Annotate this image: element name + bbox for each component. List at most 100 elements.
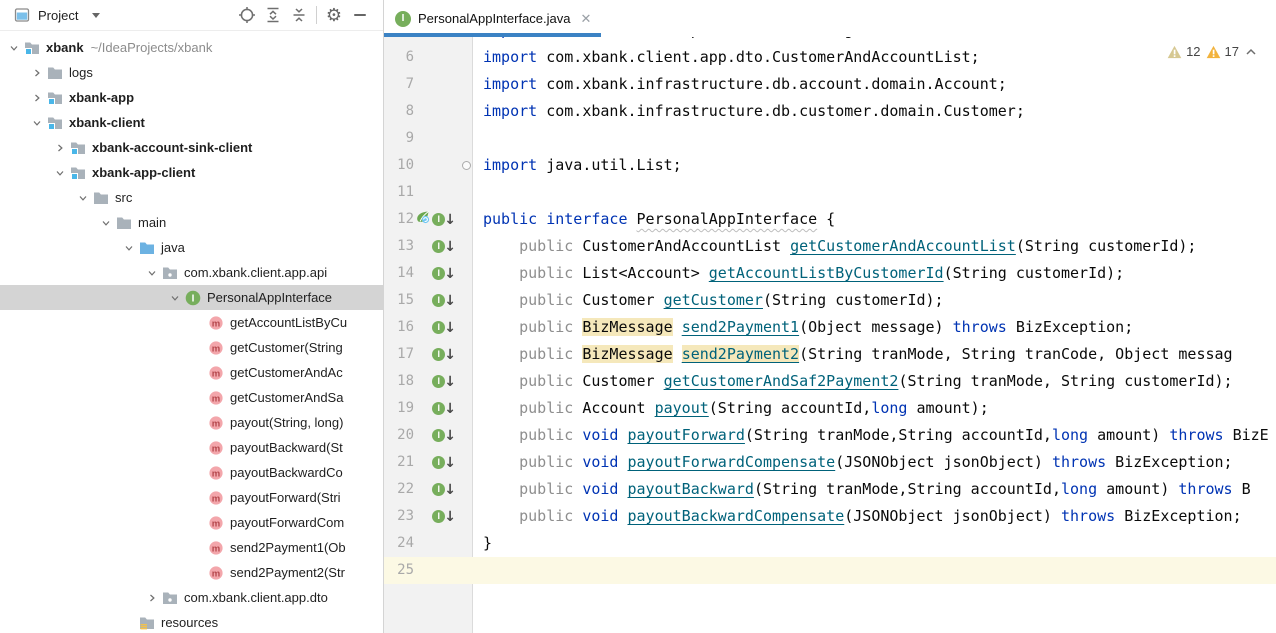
- gutter-cell[interactable]: 5: [384, 37, 473, 44]
- implemented-marker-icon[interactable]: I↓: [432, 267, 456, 281]
- warnings-group[interactable]: 17: [1206, 44, 1239, 59]
- tree-item-getcustomer-string[interactable]: mgetCustomer(String: [0, 335, 383, 360]
- chevron-expanded-icon[interactable]: [51, 167, 69, 179]
- tree-item-payoutforwardcom[interactable]: mpayoutForwardCom: [0, 510, 383, 535]
- fold-marker-icon[interactable]: [459, 161, 473, 170]
- code-line-9[interactable]: 9: [384, 125, 1276, 152]
- code-line-7[interactable]: 7import com.xbank.infrastructure.db.acco…: [384, 71, 1276, 98]
- implemented-marker-icon[interactable]: I↓: [432, 240, 456, 254]
- code-line-11[interactable]: 11: [384, 179, 1276, 206]
- gutter-cell[interactable]: 18I↓: [384, 368, 473, 395]
- tree-item-getaccountlistbycu[interactable]: mgetAccountListByCu: [0, 310, 383, 335]
- close-tab-icon[interactable]: ✕: [580, 11, 591, 27]
- chevron-collapsed-icon[interactable]: [28, 92, 46, 104]
- implemented-marker-icon[interactable]: I↓: [432, 402, 456, 416]
- tree-item-payoutforward-stri[interactable]: mpayoutForward(Stri: [0, 485, 383, 510]
- gutter-cell[interactable]: 22I↓: [384, 476, 473, 503]
- gutter-cell[interactable]: 23I↓: [384, 503, 473, 530]
- tree-item-payoutbackwardco[interactable]: mpayoutBackwardCo: [0, 460, 383, 485]
- spring-bean-icon[interactable]: [416, 206, 430, 233]
- code-line-18[interactable]: 18I↓ public Customer getCustomerAndSaf2P…: [384, 368, 1276, 395]
- gutter-cell[interactable]: 25: [384, 557, 473, 584]
- tab-personalappinterface-java[interactable]: I PersonalAppInterface.java ✕: [384, 0, 601, 37]
- settings-button[interactable]: ⚙: [321, 4, 347, 26]
- gutter-cell[interactable]: 12I↓: [384, 206, 473, 233]
- collapse-all-button[interactable]: [286, 4, 312, 26]
- gutter-cell[interactable]: 6: [384, 44, 473, 71]
- tree-item-xbank-client[interactable]: xbank-client: [0, 110, 383, 135]
- code-line-16[interactable]: 16I↓ public BizMessage send2Payment1(Obj…: [384, 314, 1276, 341]
- chevron-up-icon[interactable]: [1244, 46, 1258, 58]
- hide-panel-button[interactable]: [347, 4, 373, 26]
- code-line-25[interactable]: 25: [384, 557, 1276, 584]
- code-editor[interactable]: 5import com.bizmud.bizsip.common.BizMess…: [384, 37, 1276, 633]
- tree-item-main[interactable]: main: [0, 210, 383, 235]
- gutter-cell[interactable]: 7: [384, 71, 473, 98]
- code-line-17[interactable]: 17I↓ public BizMessage send2Payment2(Str…: [384, 341, 1276, 368]
- locate-file-button[interactable]: [234, 4, 260, 26]
- code-line-24[interactable]: 24}: [384, 530, 1276, 557]
- chevron-expanded-icon[interactable]: [97, 217, 115, 229]
- code-line-22[interactable]: 22I↓ public void payoutBackward(String t…: [384, 476, 1276, 503]
- tree-item-payout-string-long[interactable]: mpayout(String, long): [0, 410, 383, 435]
- code-line-10[interactable]: 10import java.util.List;: [384, 152, 1276, 179]
- chevron-collapsed-icon[interactable]: [28, 67, 46, 79]
- tree-item-xbank-app-client[interactable]: xbank-app-client: [0, 160, 383, 185]
- chevron-expanded-icon[interactable]: [5, 42, 23, 54]
- gutter-cell[interactable]: 21I↓: [384, 449, 473, 476]
- implemented-marker-icon[interactable]: I↓: [432, 321, 456, 335]
- code-line-6[interactable]: 6import com.xbank.client.app.dto.Custome…: [384, 44, 1276, 71]
- implemented-marker-icon[interactable]: I↓: [432, 456, 456, 470]
- implemented-marker-icon[interactable]: I↓: [432, 429, 456, 443]
- tree-item-personalappinterface[interactable]: IPersonalAppInterface: [0, 285, 383, 310]
- implemented-marker-icon[interactable]: I↓: [432, 213, 456, 227]
- gutter-cell[interactable]: 16I↓: [384, 314, 473, 341]
- code-line-13[interactable]: 13I↓ public CustomerAndAccountList getCu…: [384, 233, 1276, 260]
- gutter-cell[interactable]: 15I↓: [384, 287, 473, 314]
- code-line-14[interactable]: 14I↓ public List<Account> getAccountList…: [384, 260, 1276, 287]
- tree-item-com-xbank-client-app-api[interactable]: com.xbank.client.app.api: [0, 260, 383, 285]
- tree-item-xbank-app[interactable]: xbank-app: [0, 85, 383, 110]
- project-panel-title[interactable]: Project: [38, 8, 78, 23]
- implemented-marker-icon[interactable]: I↓: [432, 294, 456, 308]
- tree-item-getcustomerandac[interactable]: mgetCustomerAndAc: [0, 360, 383, 385]
- tree-item-logs[interactable]: logs: [0, 60, 383, 85]
- code-line-5[interactable]: 5import com.bizmud.bizsip.common.BizMess…: [384, 37, 1276, 44]
- tree-item-resources[interactable]: resources: [0, 610, 383, 633]
- tree-item-com-xbank-client-app-dto[interactable]: com.xbank.client.app.dto: [0, 585, 383, 610]
- gutter-cell[interactable]: 24: [384, 530, 473, 557]
- implemented-marker-icon[interactable]: I↓: [432, 510, 456, 524]
- code-line-12[interactable]: 12I↓public interface PersonalAppInterfac…: [384, 206, 1276, 233]
- chevron-expanded-icon[interactable]: [28, 117, 46, 129]
- chevron-expanded-icon[interactable]: [120, 242, 138, 254]
- chevron-expanded-icon[interactable]: [166, 292, 184, 304]
- gutter-cell[interactable]: 17I↓: [384, 341, 473, 368]
- chevron-expanded-icon[interactable]: [143, 267, 161, 279]
- code-line-8[interactable]: 8import com.xbank.infrastructure.db.cust…: [384, 98, 1276, 125]
- gutter-cell[interactable]: 20I↓: [384, 422, 473, 449]
- gutter-cell[interactable]: 11: [384, 179, 473, 206]
- tree-item-getcustomerandsa[interactable]: mgetCustomerAndSa: [0, 385, 383, 410]
- implemented-marker-icon[interactable]: I↓: [432, 375, 456, 389]
- tree-item-src[interactable]: src: [0, 185, 383, 210]
- tree-item-xbank-account-sink-client[interactable]: xbank-account-sink-client: [0, 135, 383, 160]
- gutter-cell[interactable]: 19I↓: [384, 395, 473, 422]
- tree-item-send2payment1-ob[interactable]: msend2Payment1(Ob: [0, 535, 383, 560]
- code-line-19[interactable]: 19I↓ public Account payout(String accoun…: [384, 395, 1276, 422]
- code-line-23[interactable]: 23I↓ public void payoutBackwardCompensat…: [384, 503, 1276, 530]
- tree-item-java[interactable]: java: [0, 235, 383, 260]
- chevron-down-icon[interactable]: [92, 13, 100, 18]
- tree-item-send2payment2-str[interactable]: msend2Payment2(Str: [0, 560, 383, 585]
- inspections-widget[interactable]: 12 17: [1163, 42, 1262, 61]
- tree-item-payoutbackward-st[interactable]: mpayoutBackward(St: [0, 435, 383, 460]
- chevron-collapsed-icon[interactable]: [143, 592, 161, 604]
- chevron-collapsed-icon[interactable]: [51, 142, 69, 154]
- weak-warnings-group[interactable]: 12: [1167, 44, 1200, 59]
- gutter-cell[interactable]: 8: [384, 98, 473, 125]
- implemented-marker-icon[interactable]: I↓: [432, 348, 456, 362]
- code-line-15[interactable]: 15I↓ public Customer getCustomer(String …: [384, 287, 1276, 314]
- tree-item-xbank[interactable]: xbank~/IdeaProjects/xbank: [0, 35, 383, 60]
- gutter-cell[interactable]: 14I↓: [384, 260, 473, 287]
- code-line-21[interactable]: 21I↓ public void payoutForwardCompensate…: [384, 449, 1276, 476]
- gutter-cell[interactable]: 9: [384, 125, 473, 152]
